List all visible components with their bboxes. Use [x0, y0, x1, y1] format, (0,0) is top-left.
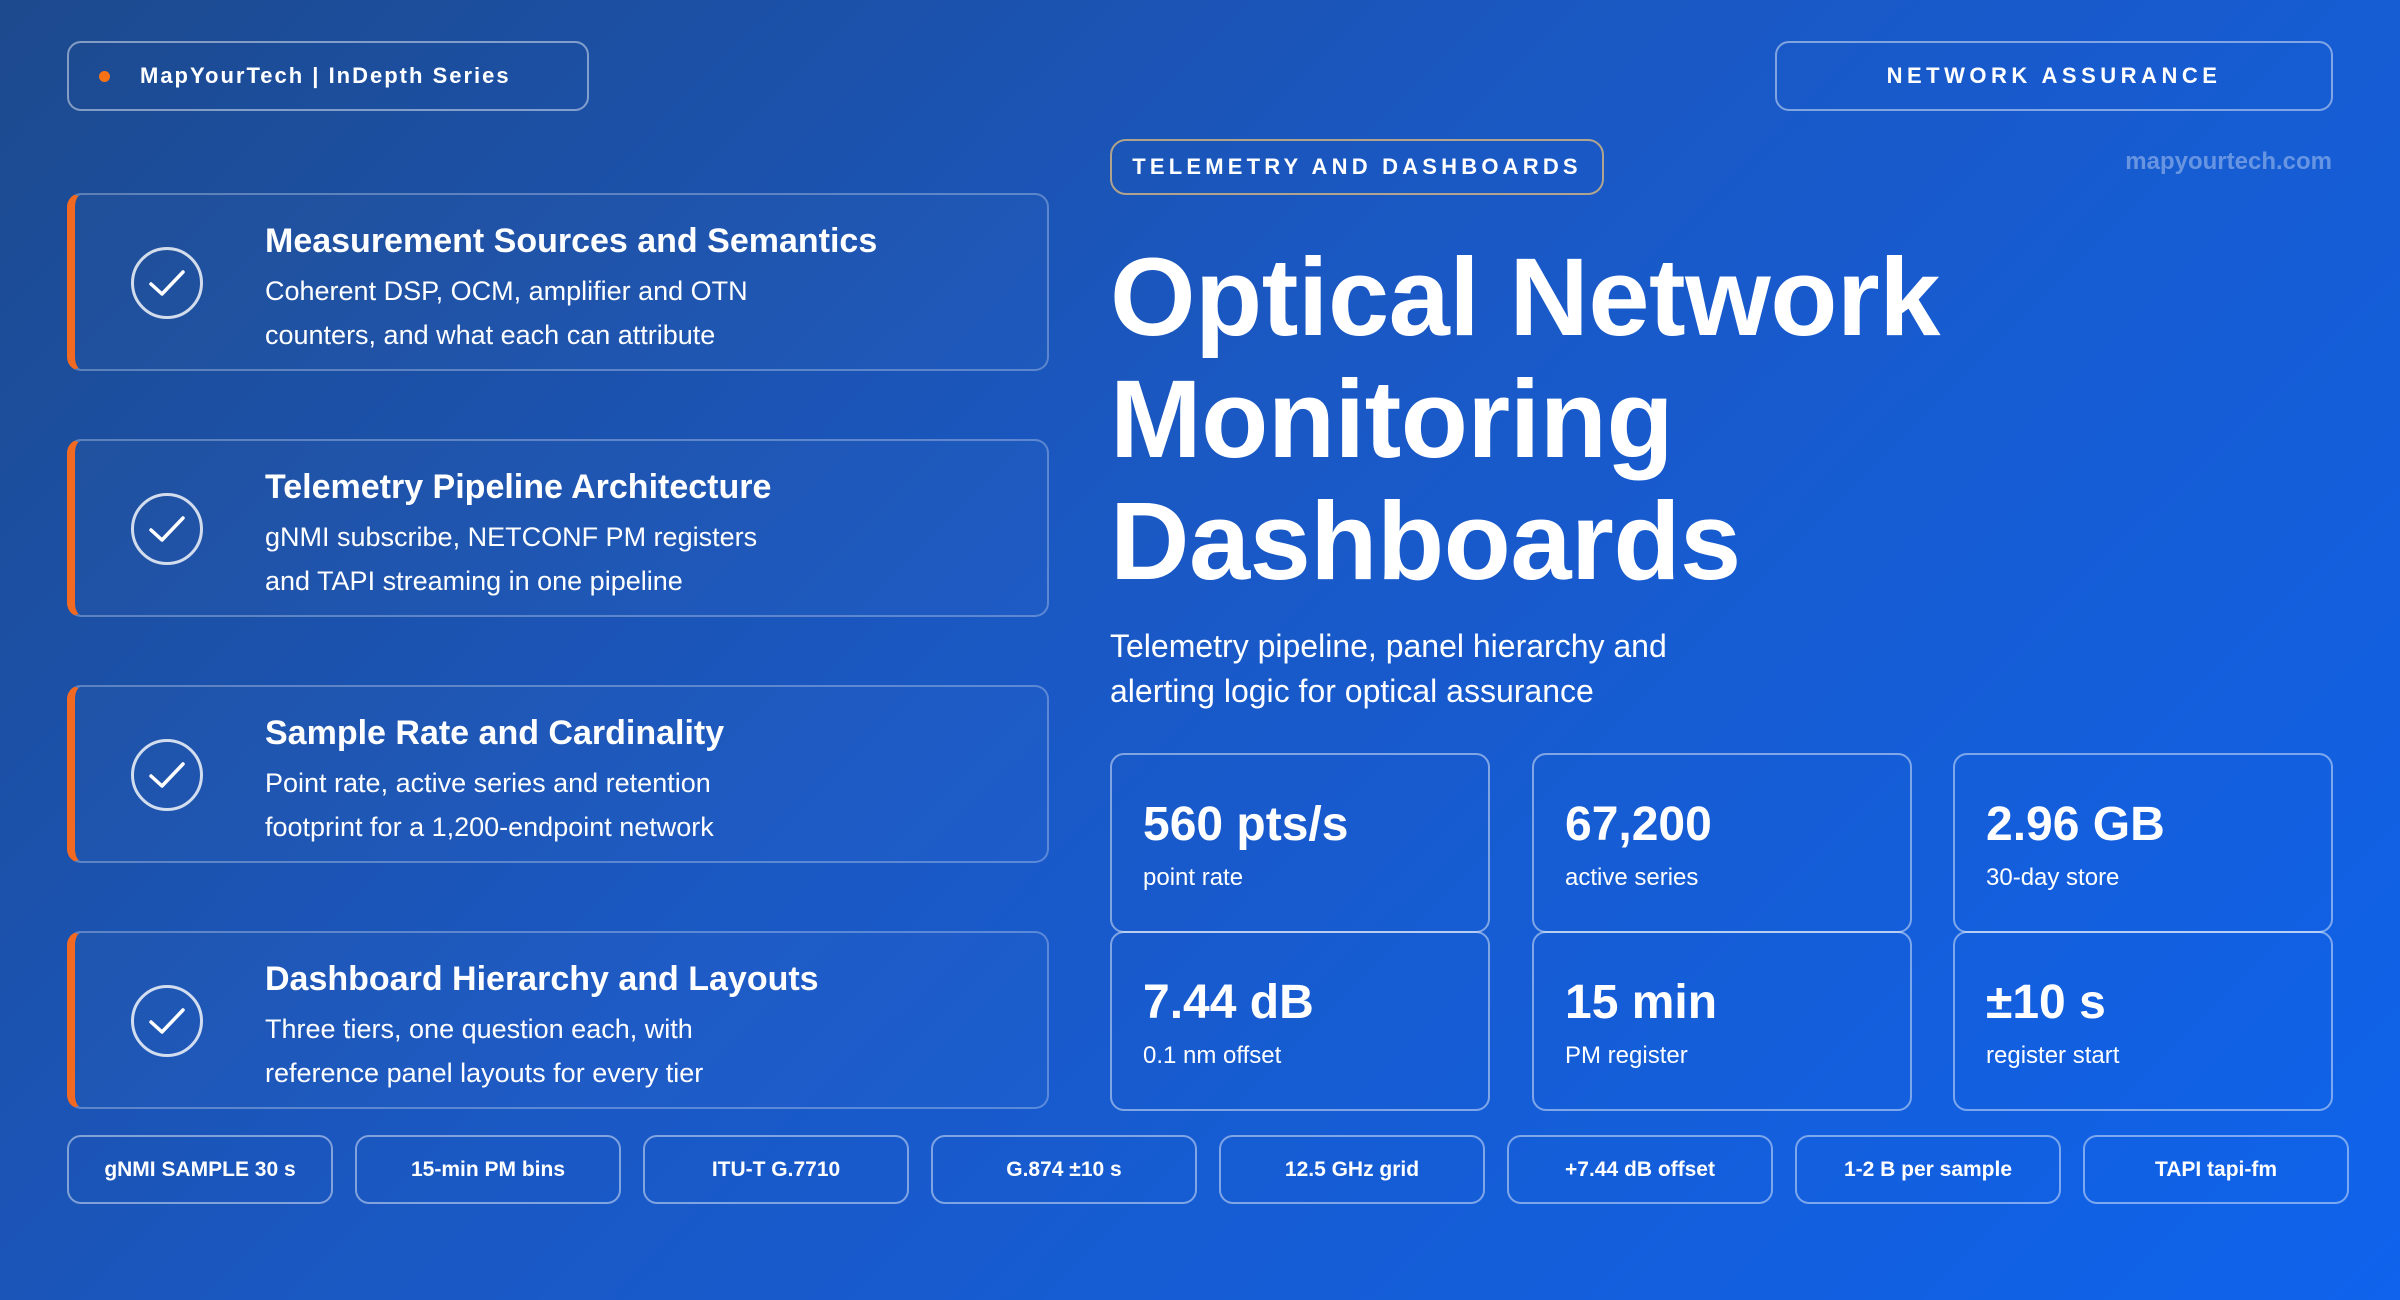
card-title: Dashboard Hierarchy and Layouts — [265, 960, 819, 998]
stat-tile: 15 min PM register — [1532, 931, 1912, 1111]
topic-card: Dashboard Hierarchy and Layouts Three ti… — [67, 931, 1049, 1109]
topic-badge: TELEMETRY AND DASHBOARDS — [1110, 139, 1604, 195]
topic-card: Telemetry Pipeline Architecture gNMI sub… — [67, 439, 1049, 617]
card-description: Three tiers, one question each, with ref… — [265, 1014, 704, 1088]
stat-label: point rate — [1143, 864, 1244, 891]
topic-card: Measurement Sources and Semantics Cohere… — [67, 193, 1049, 371]
card-title: Telemetry Pipeline Architecture — [265, 468, 772, 506]
card-description: Point rate, active series and retention … — [265, 768, 714, 842]
section-badge: NETWORK ASSURANCE — [1775, 41, 2333, 111]
topic-card: Sample Rate and Cardinality Point rate, … — [67, 685, 1049, 863]
check-icon — [131, 985, 203, 1057]
tag-chip: 1-2 B per sample — [1795, 1135, 2061, 1204]
stat-label: 30-day store — [1986, 864, 2120, 891]
check-icon — [131, 247, 203, 319]
status-dot-icon — [99, 70, 110, 82]
card-title: Measurement Sources and Semantics — [265, 222, 878, 260]
stat-value: 2.96 GB — [1986, 798, 2165, 851]
page-subtitle: Telemetry pipeline, panel hierarchy and … — [1110, 628, 1667, 709]
card-title: Sample Rate and Cardinality — [265, 714, 725, 752]
stat-tile: 67,200 active series — [1532, 753, 1912, 933]
stat-label: register start — [1986, 1042, 2120, 1069]
stat-value: 67,200 — [1565, 798, 1712, 851]
tag-chip: 15-min PM bins — [355, 1135, 621, 1204]
stat-label: active series — [1565, 864, 1699, 891]
brand-label: MapYourTech | InDepth Series — [140, 63, 511, 88]
check-icon — [131, 739, 203, 811]
stat-tile: 2.96 GB 30-day store — [1953, 753, 2333, 933]
stat-value: 7.44 dB — [1143, 976, 1314, 1029]
stat-value: 15 min — [1565, 976, 1718, 1029]
stat-tile: 7.44 dB 0.1 nm offset — [1110, 931, 1490, 1111]
tag-chip: gNMI SAMPLE 30 s — [67, 1135, 333, 1204]
check-icon — [131, 493, 203, 565]
stat-value: ±10 s — [1986, 976, 2106, 1029]
stat-tile: 560 pts/s point rate — [1110, 753, 1490, 933]
brand-badge: MapYourTech | InDepth Series — [67, 41, 589, 111]
stat-value: 560 pts/s — [1143, 798, 1349, 851]
tag-chip: G.874 ±10 s — [931, 1135, 1197, 1204]
card-description: gNMI subscribe, NETCONF PM registers and… — [265, 522, 758, 596]
page-title: Optical Network Monitoring Dashboards — [1110, 236, 1940, 603]
stat-tile: ±10 s register start — [1953, 931, 2333, 1111]
site-url: mapyourtech.com — [2125, 148, 2332, 175]
stat-label: 0.1 nm offset — [1143, 1042, 1282, 1069]
tag-chip: +7.44 dB offset — [1507, 1135, 1773, 1204]
tag-chip: TAPI tapi-fm — [2083, 1135, 2349, 1204]
stat-label: PM register — [1565, 1042, 1688, 1069]
tag-chip: 12.5 GHz grid — [1219, 1135, 1485, 1204]
tag-chip: ITU-T G.7710 — [643, 1135, 909, 1204]
card-description: Coherent DSP, OCM, amplifier and OTN cou… — [265, 276, 748, 350]
